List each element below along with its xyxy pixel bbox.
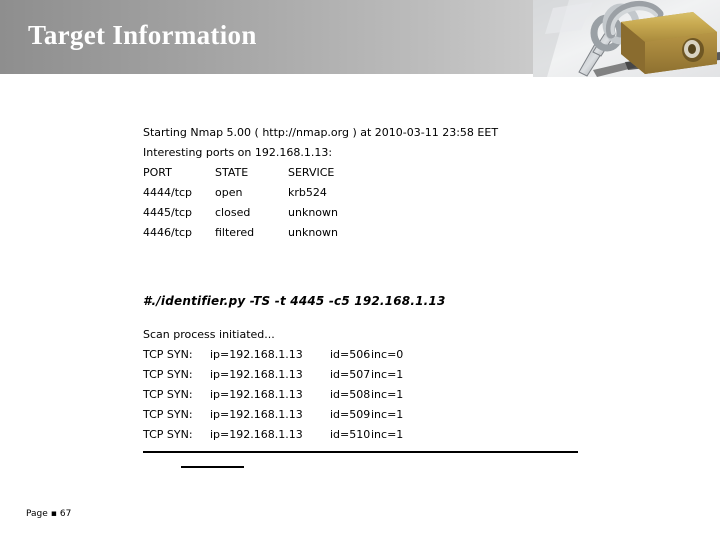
slide-header-banner: Target Information [0,0,720,77]
cell-id: id=509 [330,408,371,421]
column-header-port: PORT [143,166,172,179]
divider-short [181,466,244,468]
padlock-photo-graphic [533,0,720,77]
cell-port: 4445/tcp [143,206,193,219]
cell-protocol: TCP SYN: [143,408,193,421]
column-header-service: SERVICE [288,166,335,179]
page-title: Target Information [28,20,257,50]
footer-bullet-icon: ▪ [50,509,57,519]
nmap-line-text: Starting Nmap 5.00 ( http://nmap.org ) a… [143,126,499,139]
cell-id: id=510 [330,428,371,441]
cell-inc: inc=1 [371,408,404,421]
page-footer: Page ▪ 67 [26,509,71,519]
footer-page-number: 67 [59,509,72,519]
footer-page-label: Page [26,509,48,519]
slide-content: Starting Nmap 5.00 ( http://nmap.org ) a… [0,74,720,540]
cell-protocol: TCP SYN: [143,428,193,441]
cell-protocol: TCP SYN: [143,368,193,381]
cell-ip: ip=192.168.1.13 [210,388,303,401]
cell-state: filtered [215,226,255,239]
column-header-state: STATE [215,166,249,179]
cell-protocol: TCP SYN: [143,388,193,401]
cell-inc: inc=0 [371,348,404,361]
cell-service: unknown [288,226,338,239]
cell-ip: ip=192.168.1.13 [210,368,303,381]
scan-status-text: Scan process initiated... [143,328,275,341]
cell-protocol: TCP SYN: [143,348,193,361]
divider-long [143,451,578,453]
padlock-and-keys-photo [533,0,720,77]
cell-service: unknown [288,206,338,219]
cell-inc: inc=1 [371,368,404,381]
cell-port: 4444/tcp [143,186,193,199]
cell-id: id=507 [330,368,371,381]
nmap-line-text: Interesting ports on 192.168.1.13: [143,146,333,159]
cell-ip: ip=192.168.1.13 [210,348,303,361]
cell-ip: ip=192.168.1.13 [210,428,303,441]
cell-ip: ip=192.168.1.13 [210,408,303,421]
cell-service: krb524 [288,186,327,199]
cell-state: closed [215,206,251,219]
cell-id: id=508 [330,388,371,401]
cell-inc: inc=1 [371,428,404,441]
cell-state: open [215,186,243,199]
cell-port: 4446/tcp [143,226,193,239]
cell-inc: inc=1 [371,388,404,401]
command-line: #./identifier.py -TS -t 4445 -c5 192.168… [143,294,446,308]
padlock-body-graphic [621,12,717,74]
cell-id: id=506 [330,348,371,361]
